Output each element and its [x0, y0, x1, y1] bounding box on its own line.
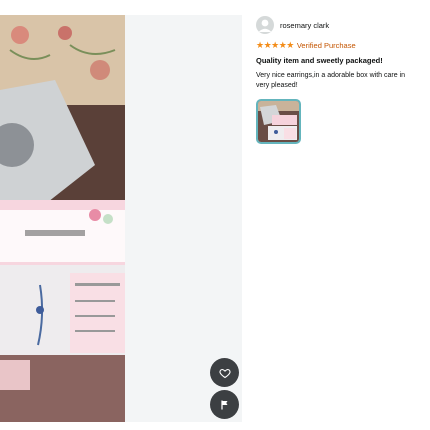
review-body: Very nice earrings,in a adorable box wit… [256, 71, 430, 91]
rating-row: ★★★★★ Verified Purchase [256, 40, 430, 50]
review-panel: rosemary clark ★★★★★ Verified Purchase Q… [256, 15, 430, 144]
review-body-line: Very nice earrings,in a adorable box wit… [256, 72, 406, 79]
reviewer-name: rosemary clark [280, 20, 330, 30]
review-body-line: very pleased! [256, 82, 298, 89]
like-button[interactable] [210, 358, 239, 387]
media-viewer [0, 15, 242, 422]
flag-icon [220, 400, 227, 409]
avatar [256, 16, 274, 34]
star-rating: ★★★★★ [256, 40, 294, 50]
heart-icon [218, 368, 231, 378]
review-image-thumbnail[interactable] [256, 99, 301, 144]
review-headline: Quality item and sweetly packaged! [256, 56, 383, 65]
reviewer-profile[interactable]: rosemary clark [256, 15, 430, 35]
thumbnail-image [258, 101, 299, 142]
review-photo [0, 15, 125, 422]
verified-purchase-badge: Verified Purchase [296, 40, 356, 50]
report-button[interactable] [210, 390, 239, 419]
user-icon [258, 19, 272, 32]
